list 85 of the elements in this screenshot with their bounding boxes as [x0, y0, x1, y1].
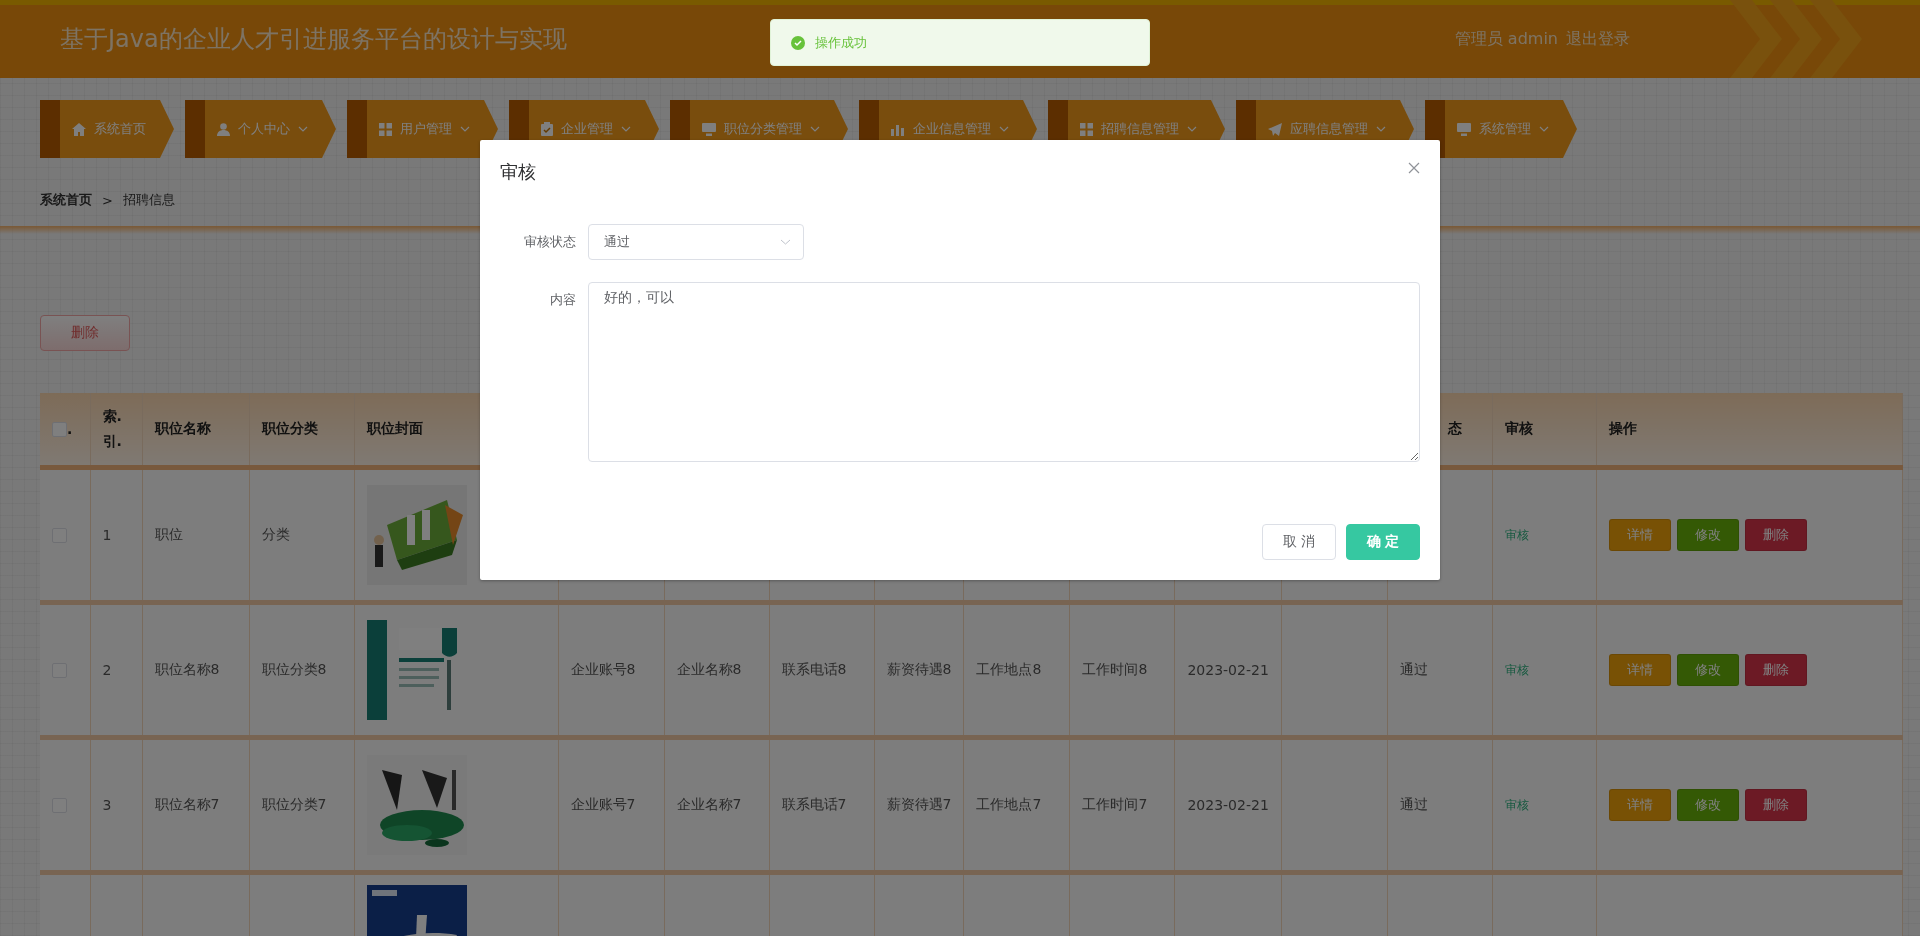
review-link[interactable]: 审核 — [1504, 528, 1529, 542]
edit-button[interactable]: 修改 — [1676, 519, 1739, 551]
check-circle-icon — [791, 35, 805, 50]
dialog-title: 审核 — [500, 160, 536, 184]
table-cell: 通过 — [1399, 796, 1428, 812]
site-title: 基于Java的企业人才引进服务平台的设计与实现 — [60, 24, 567, 55]
delete-button[interactable]: 删除 — [1744, 654, 1807, 686]
table-cell: 1 — [102, 527, 112, 543]
table-cell: 工作时间8 — [1082, 661, 1148, 677]
column-header: 职位封面 — [366, 420, 423, 436]
monitor-icon — [702, 122, 716, 136]
logout-link[interactable]: 退出登录 — [1566, 28, 1630, 50]
table-cell: 联系电话7 — [781, 796, 847, 812]
table-cell: 职位 — [154, 526, 183, 542]
user-role: 管理员 admin — [1454, 28, 1558, 50]
breadcrumb-separator: > — [102, 192, 113, 208]
clipboard-icon — [541, 122, 553, 136]
table-cell: 职位分类8 — [261, 661, 327, 677]
caret-icon — [460, 126, 470, 132]
table-cell: 企业名称7 — [676, 796, 742, 812]
table-cell: 2 — [102, 662, 112, 678]
toast-message: 操作成功 — [815, 33, 867, 52]
column-header: 审核 — [1504, 420, 1533, 436]
table-cell: 工作地点8 — [976, 661, 1042, 677]
caret-icon — [621, 126, 631, 132]
nav-tab[interactable]: 系统管理 — [1425, 100, 1577, 158]
caret-icon — [298, 126, 308, 132]
delete-button[interactable]: 删除 — [1744, 519, 1807, 551]
column-header: 索.引. — [102, 406, 121, 451]
close-icon[interactable] — [1408, 162, 1420, 174]
select-all-checkbox[interactable] — [52, 422, 67, 438]
table-cell: 3 — [102, 797, 112, 813]
table-cell: 企业账号8 — [570, 661, 636, 677]
edit-button[interactable]: 修改 — [1676, 789, 1739, 821]
grid-icon — [379, 122, 392, 136]
detail-button[interactable]: 详情 — [1608, 789, 1671, 821]
column-header: . — [67, 420, 73, 437]
table-cell: 职位分类7 — [261, 796, 327, 812]
table-cell: 通过 — [1399, 661, 1428, 677]
review-link[interactable]: 审核 — [1504, 798, 1529, 812]
review-link[interactable]: 审核 — [1504, 663, 1529, 677]
content-input[interactable]: 好的，可以 — [588, 282, 1420, 462]
breadcrumb-item[interactable]: 系统首页 — [40, 191, 92, 209]
delete-button[interactable]: 删除 — [40, 315, 130, 351]
confirm-button[interactable]: 确 定 — [1346, 524, 1420, 560]
table-cell: 分类 — [261, 526, 290, 542]
caret-icon — [780, 239, 791, 245]
table-cell: 薪资待遇7 — [886, 796, 952, 812]
home-icon — [72, 122, 86, 136]
detail-button[interactable]: 详情 — [1608, 654, 1671, 686]
field-label: 审核状态 — [523, 233, 577, 251]
paper-plane-icon — [1268, 122, 1282, 136]
table-cell: 企业名称8 — [676, 661, 742, 677]
table-cell: 职位名称8 — [154, 661, 220, 677]
table-cell: 联系电话8 — [781, 661, 847, 677]
detail-button[interactable]: 详情 — [1608, 519, 1671, 551]
caret-icon — [1376, 126, 1386, 132]
caret-icon — [1539, 126, 1549, 132]
grid-icon — [1080, 122, 1093, 136]
column-header: 职位名称 — [154, 420, 211, 436]
table-cell: 工作时间7 — [1082, 796, 1148, 812]
table-cell: 2023-02-21 — [1187, 662, 1269, 678]
nav-tab[interactable]: 个人中心 — [185, 100, 336, 158]
edit-button[interactable]: 修改 — [1676, 654, 1739, 686]
column-header: 态 — [1447, 420, 1462, 436]
breadcrumb-item: 招聘信息 — [122, 191, 175, 209]
nav-tab[interactable]: 用户管理 — [347, 100, 498, 158]
column-header: 操作 — [1608, 420, 1637, 436]
person-icon — [217, 122, 230, 136]
monitor-icon — [1457, 122, 1471, 136]
table-cell: 企业账号7 — [570, 796, 636, 812]
delete-button[interactable]: 删除 — [1744, 789, 1807, 821]
cancel-button[interactable]: 取 消 — [1262, 524, 1336, 560]
caret-icon — [999, 126, 1009, 132]
table-cell: 职位名称7 — [154, 796, 220, 812]
table-cell: 2023-02-21 — [1187, 797, 1269, 813]
caret-icon — [1187, 126, 1197, 132]
status-select[interactable]: 通过 — [588, 224, 804, 260]
table-cell: 工作地点7 — [976, 796, 1042, 812]
field-label: 内容 — [549, 291, 577, 309]
table-cell: 薪资待遇8 — [886, 661, 952, 677]
caret-icon — [810, 126, 820, 132]
nav-tab[interactable]: 系统首页 — [40, 100, 174, 158]
column-header: 职位分类 — [261, 420, 318, 436]
bar-chart-icon — [891, 122, 905, 136]
